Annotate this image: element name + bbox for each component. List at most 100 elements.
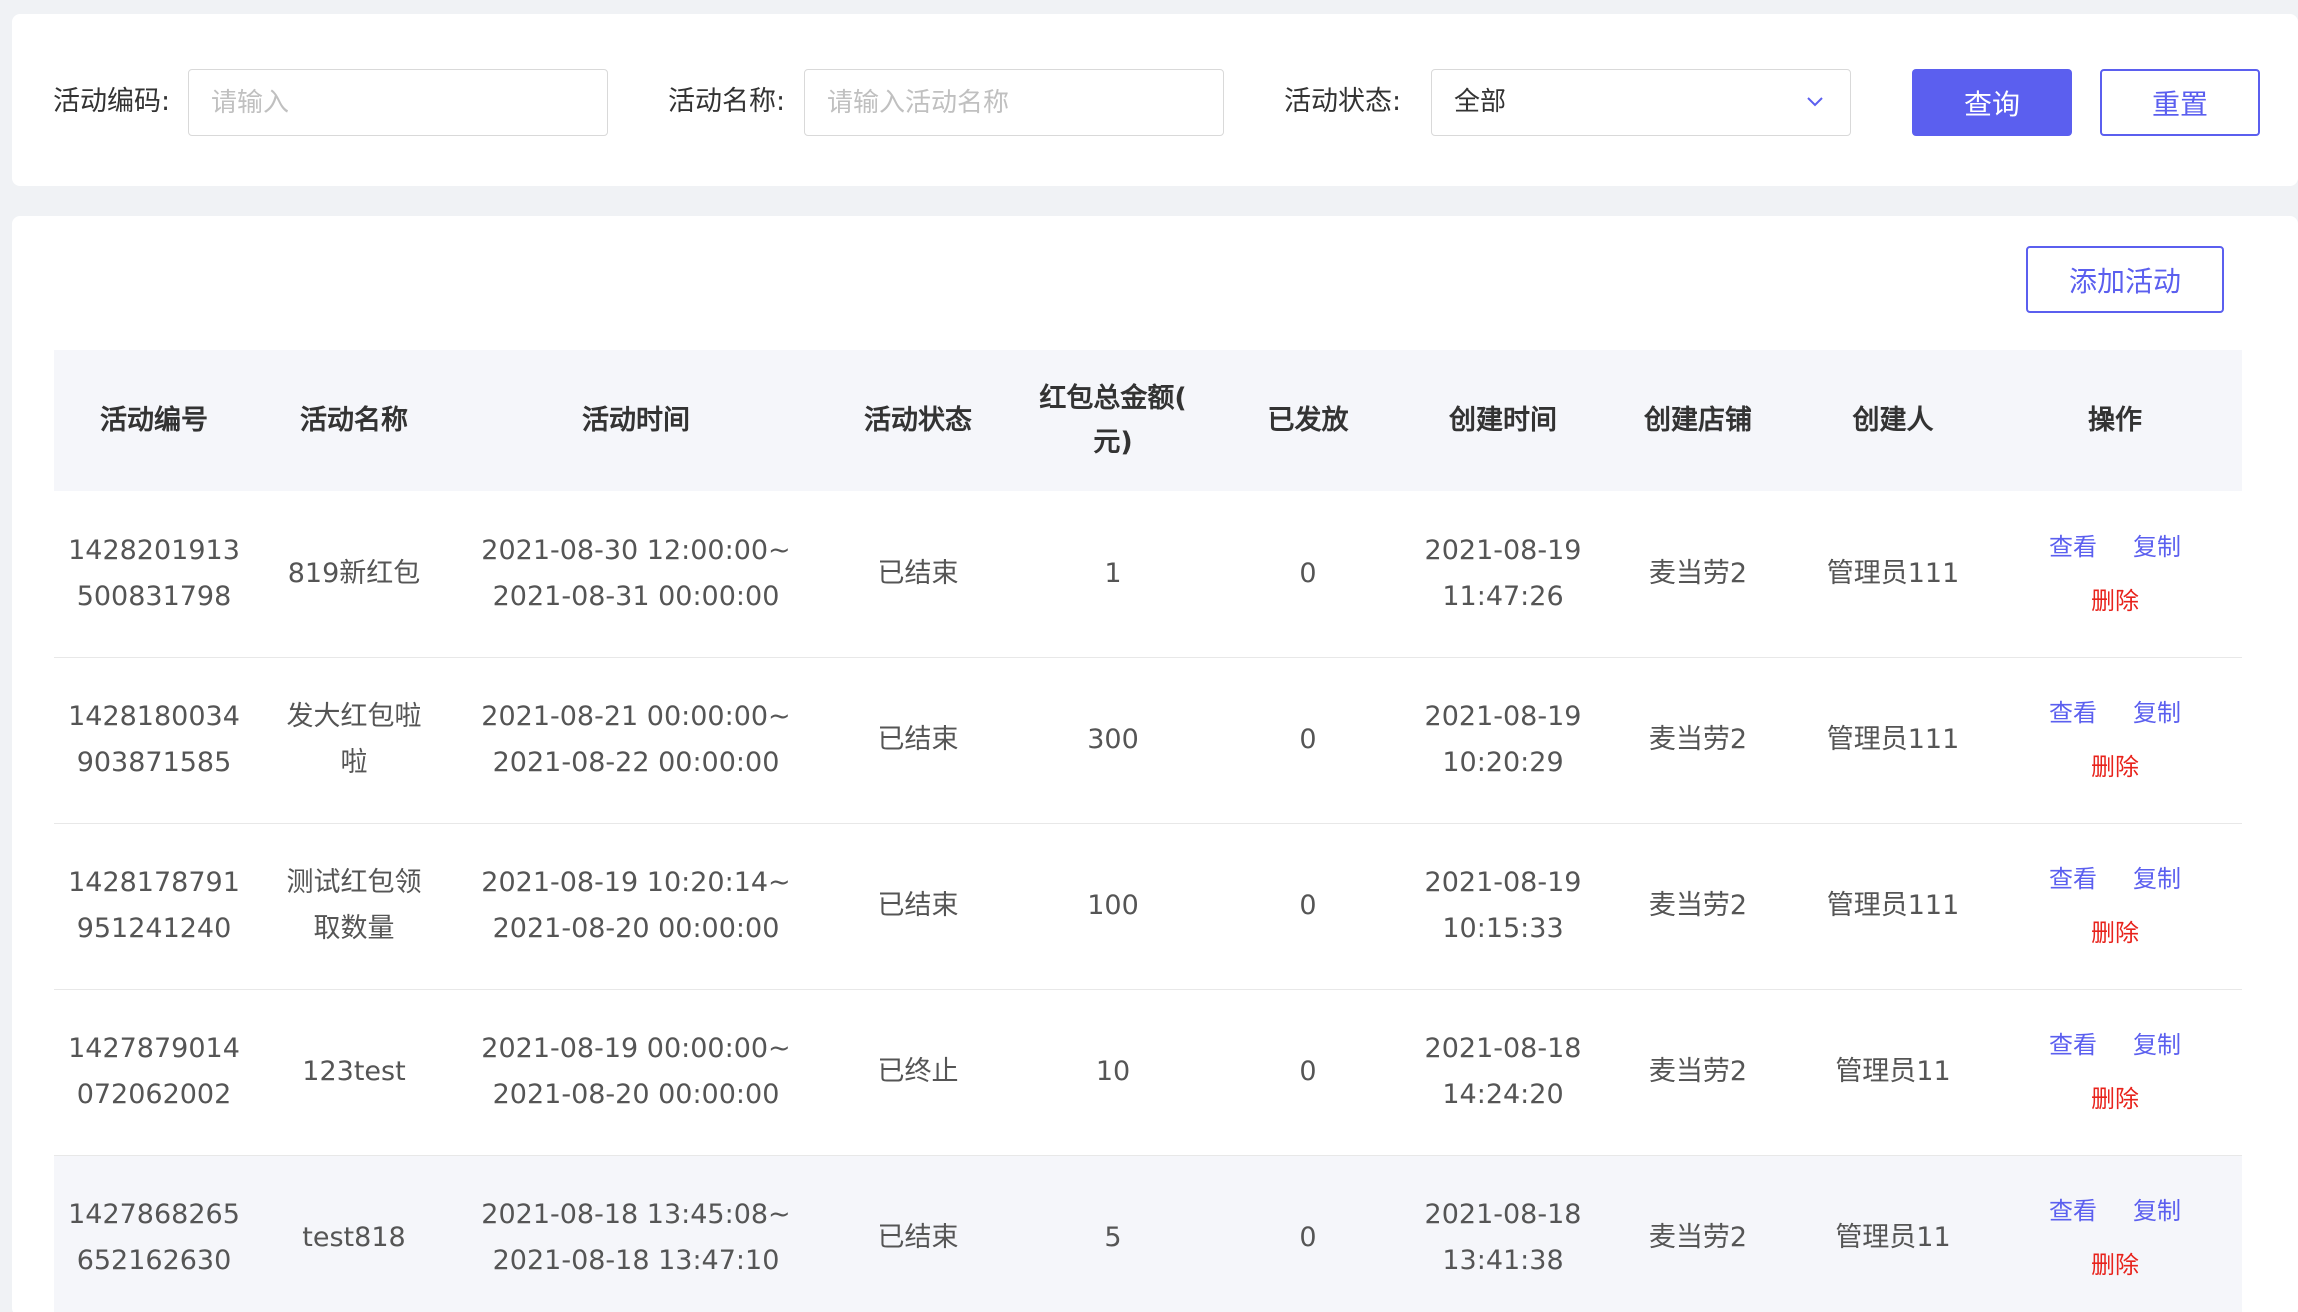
- header-activity-name: 活动名称: [300, 404, 408, 436]
- view-link[interactable]: 查看: [2049, 865, 2097, 893]
- reset-button[interactable]: 重置: [2100, 69, 2260, 136]
- add-activity-button[interactable]: 添加活动: [2026, 246, 2224, 313]
- cell-activity-name-line: 啦: [340, 747, 368, 778]
- cell-issued: 0: [1299, 1056, 1317, 1087]
- cell-issued: 0: [1299, 557, 1317, 589]
- header-activity-id: 活动编号: [100, 404, 208, 436]
- action-links-row: 查看 复制: [1998, 1025, 2232, 1065]
- delete-link[interactable]: 删除: [2091, 581, 2139, 621]
- view-link[interactable]: 查看: [2049, 699, 2097, 727]
- header-creator: 创建人: [1852, 404, 1934, 436]
- cell-activity-id-line: 1428201913: [68, 534, 240, 566]
- cell-created-time-line: 10:15:33: [1442, 913, 1564, 944]
- query-button[interactable]: 查询: [1912, 69, 2072, 136]
- cell-activity-time-line: 2021-08-22 00:00:00: [492, 747, 780, 778]
- header-total-amount-line: 元): [1093, 426, 1133, 458]
- cell-activity-name: 123test: [254, 989, 454, 1155]
- cell-activity-time: 2021-08-19 10:20:14~ 2021-08-20 00:00:00: [454, 823, 818, 989]
- cell-created-time-line: 2021-08-18: [1424, 1033, 1582, 1064]
- header-total-amount: 红包总金额( 元): [1018, 350, 1208, 491]
- view-link[interactable]: 查看: [2049, 533, 2097, 561]
- delete-link[interactable]: 删除: [2091, 1245, 2139, 1285]
- cell-actions: 查看 复制删除: [1988, 823, 2242, 989]
- delete-link[interactable]: 删除: [2091, 913, 2139, 953]
- cell-activity-id-line: 1427868265: [68, 1199, 240, 1230]
- cell-creator: 管理员111: [1826, 724, 1960, 755]
- action-links-row: 查看 复制: [1998, 1191, 2232, 1231]
- cell-creator: 管理员111: [1826, 557, 1960, 589]
- copy-link[interactable]: 复制: [2133, 533, 2181, 561]
- cell-activity-name-line: 发大红包啦: [286, 701, 422, 732]
- cell-activity-id: 1428180034 903871585: [54, 657, 254, 823]
- activity-table-panel: 添加活动 活动编号 活动名称 活动时间 活动状态 红包总金额( 元) 已发放 创…: [12, 216, 2298, 1312]
- cell-total-amount: 5: [1104, 1222, 1122, 1253]
- copy-link[interactable]: 复制: [2133, 1031, 2181, 1059]
- activity-table: 活动编号 活动名称 活动时间 活动状态 红包总金额( 元) 已发放 创建时间 创…: [54, 350, 2242, 1312]
- delete-link[interactable]: 删除: [2091, 1079, 2139, 1119]
- cell-activity-time-line: 2021-08-20 00:00:00: [492, 913, 780, 944]
- cell-activity-time-line: 2021-08-19 10:20:14~: [481, 867, 791, 898]
- delete-link[interactable]: 删除: [2091, 747, 2139, 787]
- cell-activity-time-line: 2021-08-20 00:00:00: [492, 1079, 780, 1110]
- cell-activity-id-line: 951241240: [76, 913, 232, 944]
- cell-activity-time-line: 2021-08-19 00:00:00~: [481, 1033, 791, 1064]
- cell-activity-id-line: 072062002: [76, 1079, 232, 1110]
- cell-activity-id: 1427868265 652162630: [54, 1155, 254, 1312]
- activity-code-input[interactable]: [188, 69, 608, 136]
- cell-activity-time: 2021-08-19 00:00:00~ 2021-08-20 00:00:00: [454, 989, 818, 1155]
- header-issued: 已发放: [1267, 404, 1349, 436]
- cell-actions: 查看 复制删除: [1988, 491, 2242, 657]
- cell-activity-name: 819新红包: [254, 491, 454, 657]
- cell-activity-name-line: 取数量: [313, 913, 395, 944]
- header-created-time: 创建时间: [1449, 404, 1557, 436]
- cell-activity-status: 已结束: [877, 1222, 959, 1253]
- cell-activity-time-line: 2021-08-18 13:47:10: [492, 1245, 780, 1276]
- cell-total-amount: 300: [1087, 724, 1139, 755]
- filter-panel: 活动编码: 活动名称: 活动状态: 全部 查询 重置: [12, 14, 2298, 186]
- cell-creator: 管理员11: [1835, 1222, 1951, 1253]
- table-row: 1427879014 072062002 123test 2021-08-19 00:…: [54, 989, 2242, 1155]
- cell-activity-id-line: 652162630: [76, 1245, 232, 1276]
- cell-activity-name-line: 测试红包领: [286, 867, 422, 898]
- cell-created-time-line: 2021-08-18: [1424, 1199, 1582, 1230]
- cell-activity-name: 发大红包啦啦: [254, 657, 454, 823]
- copy-link[interactable]: 复制: [2133, 1197, 2181, 1225]
- cell-created-time: 2021-08-18 14:24:20: [1408, 989, 1598, 1155]
- cell-created-time: 2021-08-19 10:15:33: [1408, 823, 1598, 989]
- activity-name-label: 活动名称:: [668, 86, 786, 117]
- activity-code-label: 活动编码:: [53, 86, 171, 117]
- view-link[interactable]: 查看: [2049, 1197, 2097, 1225]
- cell-created-time-line: 11:47:26: [1442, 580, 1564, 612]
- cell-activity-name-line: 819新红包: [287, 557, 421, 589]
- copy-link[interactable]: 复制: [2133, 865, 2181, 893]
- header-total-amount-line: 红包总金额(: [1039, 382, 1187, 414]
- table-row: 1428201913 500831798 819新红包 2021-08-30 12:0…: [54, 491, 2242, 657]
- cell-created-time-line: 2021-08-19: [1424, 534, 1582, 566]
- cell-activity-time-line: 2021-08-21 00:00:00~: [481, 701, 791, 732]
- table-header-row: 活动编号 活动名称 活动时间 活动状态 红包总金额( 元) 已发放 创建时间 创…: [54, 350, 2242, 491]
- cell-actions: 查看 复制删除: [1988, 1155, 2242, 1312]
- cell-activity-id-line: 1428178791: [68, 867, 240, 898]
- activity-name-input[interactable]: [804, 69, 1224, 136]
- cell-created-time-line: 2021-08-19: [1424, 867, 1582, 898]
- activity-status-select[interactable]: 全部: [1431, 69, 1851, 136]
- cell-activity-time-line: 2021-08-18 13:45:08~: [481, 1199, 791, 1230]
- cell-activity-status: 已结束: [877, 724, 959, 755]
- cell-created-time-line: 2021-08-19: [1424, 701, 1582, 732]
- action-links-row: 查看 复制: [1998, 527, 2232, 567]
- cell-total-amount: 100: [1087, 890, 1139, 921]
- copy-link[interactable]: 复制: [2133, 699, 2181, 727]
- action-links-row: 删除: [1998, 1065, 2232, 1119]
- cell-created-shop: 麦当劳2: [1648, 1222, 1748, 1253]
- table-row: 1427868265 652162630 test818 2021-08-18 13:…: [54, 1155, 2242, 1312]
- cell-issued: 0: [1299, 890, 1317, 921]
- view-link[interactable]: 查看: [2049, 1031, 2097, 1059]
- cell-created-time: 2021-08-18 13:41:38: [1408, 1155, 1598, 1312]
- header-created-shop: 创建店铺: [1644, 404, 1752, 436]
- cell-created-shop: 麦当劳2: [1648, 724, 1748, 755]
- cell-creator: 管理员11: [1835, 1056, 1951, 1087]
- cell-created-shop: 麦当劳2: [1648, 1056, 1748, 1087]
- cell-activity-id: 1427879014 072062002: [54, 989, 254, 1155]
- cell-actions: 查看 复制删除: [1988, 657, 2242, 823]
- cell-activity-id: 1428201913 500831798: [54, 491, 254, 657]
